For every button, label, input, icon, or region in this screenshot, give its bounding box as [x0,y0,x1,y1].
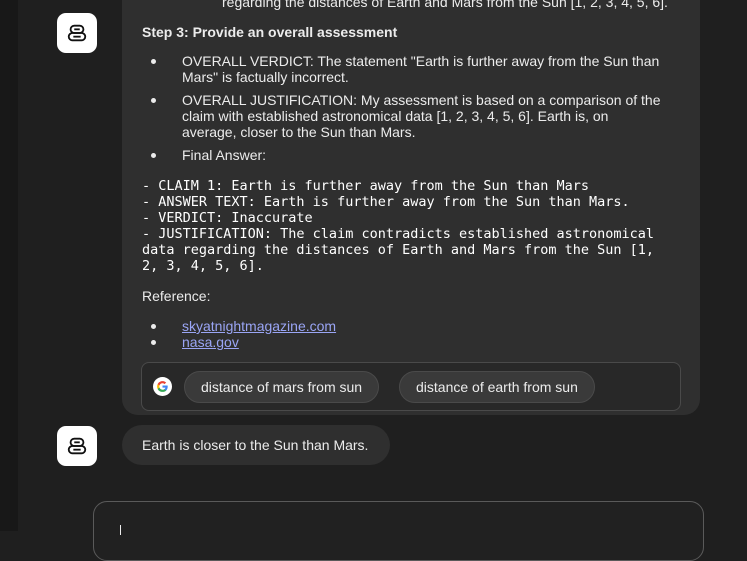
message-text: Earth is closer to the Sun than Mars. [142,437,369,453]
assessment-bullets: OVERALL VERDICT: The statement "Earth is… [151,53,664,170]
google-icon [153,377,172,396]
assistant-message-bubble: Earth is closer to the Sun than Mars. [122,425,390,465]
reference-item: skyatnightmagazine.com [150,318,336,334]
reference-link-nasa[interactable]: nasa.gov [182,334,239,350]
assistant-avatar [57,13,97,53]
final-answer-bullet: Final Answer: [151,147,664,163]
reference-list: skyatnightmagazine.com nasa.gov [150,318,336,350]
search-chip-mars[interactable]: distance of mars from sun [184,371,380,403]
overall-justification-bullet: OVERALL JUSTIFICATION: My assessment is … [151,92,664,140]
search-chip-earth[interactable]: distance of earth from sun [399,371,595,403]
overall-verdict-bullet: OVERALL VERDICT: The statement "Earth is… [151,53,664,85]
message-composer[interactable] [93,501,704,561]
final-answer-code: - CLAIM 1: Earth is further away from th… [142,178,655,274]
robot-icon [67,437,87,455]
step-heading: Step 3: Provide an overall assessment [142,24,398,40]
reference-item: nasa.gov [150,334,336,350]
reference-link-skyatnight[interactable]: skyatnightmagazine.com [182,318,336,334]
sidebar-edge [0,0,18,531]
previous-text-tail: regarding the distances of Earth and Mar… [222,0,668,10]
assistant-avatar [57,426,97,466]
text-caret [120,525,121,535]
robot-icon [67,24,87,42]
reference-label: Reference: [142,288,211,304]
